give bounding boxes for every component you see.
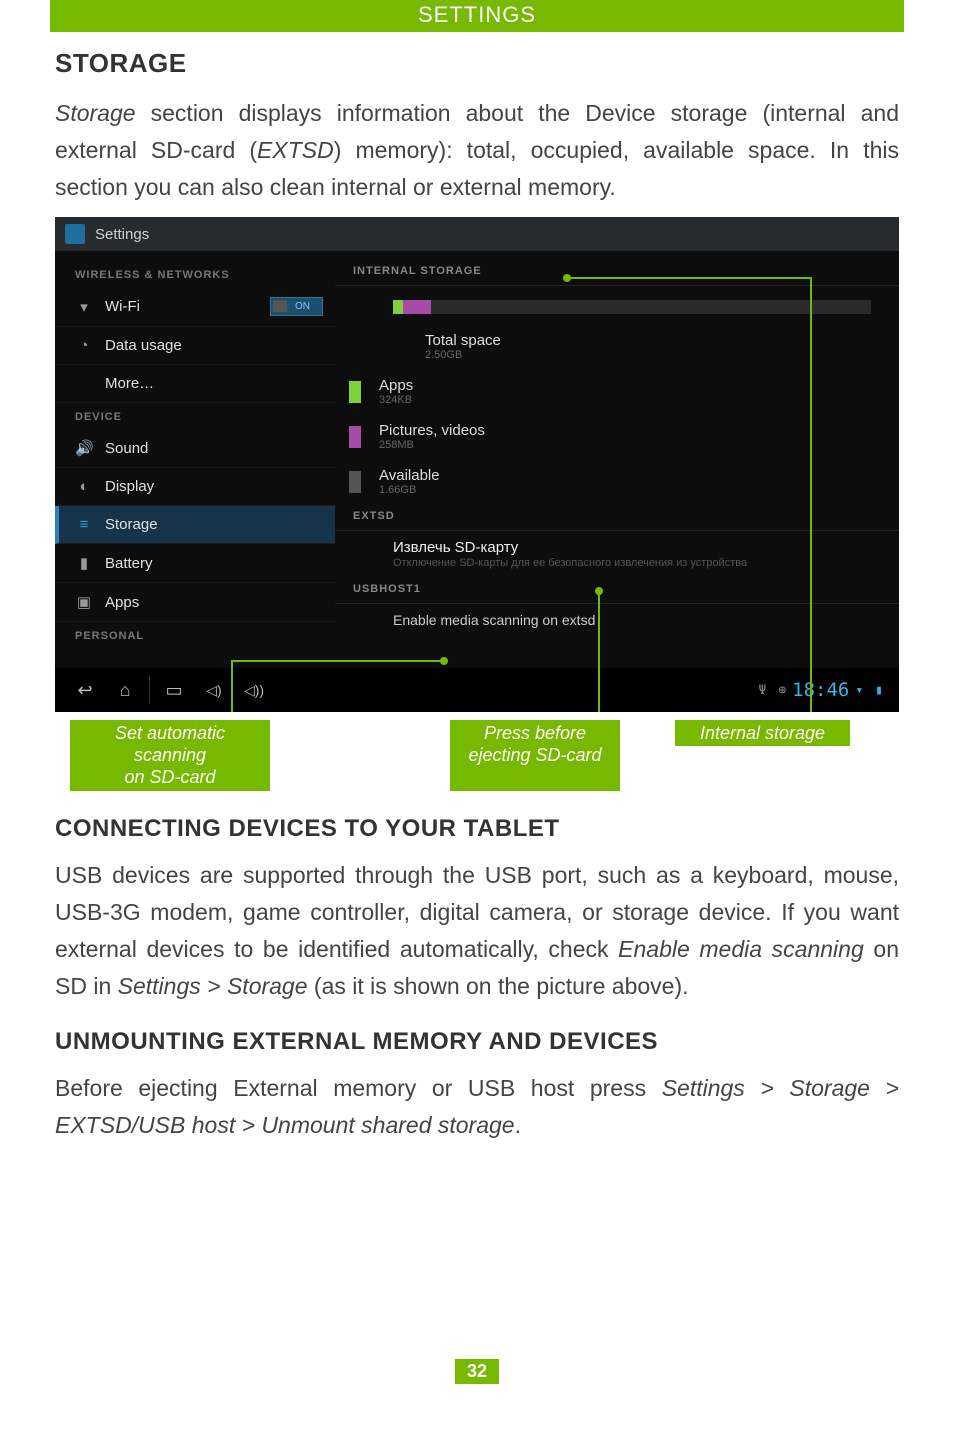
sound-icon: 🔊 — [75, 439, 93, 457]
connecting-paragraph: USB devices are supported through the US… — [55, 857, 899, 1004]
sidebar-item-apps[interactable]: ▣ Apps — [55, 583, 335, 622]
battery-icon: ▮ — [75, 554, 93, 572]
storage-italic-1: Storage — [55, 100, 136, 126]
sidebar-label: Data usage — [105, 337, 182, 354]
sidebar-item-data-usage[interactable]: ◔ Data usage — [55, 327, 335, 365]
apps-icon: ▣ — [75, 593, 93, 611]
callout-line-scan-h — [231, 660, 443, 662]
sidebar-item-storage[interactable]: ≡ Storage — [55, 506, 335, 544]
settings-storage-italic: Settings > Storage — [118, 973, 308, 999]
storage-usage-bar — [393, 300, 871, 314]
usb-status-icon: Ψ — [758, 683, 766, 698]
settings-sidebar: WIRELESS & NETWORKS ▾ Wi-Fi ON ◔ Data us… — [55, 251, 335, 667]
storage-main-panel: INTERNAL STORAGE Total space 2.50GB Apps — [335, 251, 899, 667]
back-icon[interactable]: ↩ — [65, 676, 105, 705]
wifi-toggle[interactable]: ON — [270, 297, 323, 316]
storage-heading: STORAGE — [55, 48, 899, 79]
stat-label: Pictures, videos — [379, 422, 485, 439]
enable-media-italic: Enable media scanning — [618, 936, 864, 962]
stat-value: 1.66GB — [379, 484, 440, 496]
volume-up-icon[interactable]: ◁)) — [234, 678, 274, 703]
sidebar-item-more[interactable]: More… — [55, 365, 335, 403]
storage-italic-2: EXTSD — [257, 137, 334, 163]
wifi-status-icon: ▾ — [855, 683, 863, 698]
display-icon: ◐ — [75, 478, 93, 495]
stat-apps[interactable]: Apps 324KB — [335, 369, 899, 414]
recent-icon[interactable]: ▭ — [154, 676, 194, 705]
sidebar-cat-device: DEVICE — [55, 403, 335, 429]
data-usage-icon: ◔ — [75, 337, 93, 354]
annotation-auto-scan: Set automatic scanning on SD-card — [70, 720, 270, 791]
stat-value: 258MB — [379, 439, 485, 451]
annotation-press-before: Press before ejecting SD-card — [450, 720, 620, 791]
callout-line-eject-v — [598, 591, 600, 712]
storage-paragraph: Storage section displays information abo… — [55, 95, 899, 205]
sidebar-cat-personal: PERSONAL — [55, 622, 335, 648]
enable-scan-label: Enable media scanning on extsd — [393, 612, 595, 628]
page-header: SETTINGS — [50, 0, 904, 32]
sidebar-cat-wireless: WIRELESS & NETWORKS — [55, 261, 335, 287]
stat-label: Total space — [425, 332, 501, 349]
connecting-heading: CONNECTING DEVICES TO YOUR TABLET — [55, 815, 899, 843]
sidebar-label: Battery — [105, 555, 153, 572]
clock-label: 18:46 — [792, 679, 849, 701]
sidebar-label: Wi-Fi — [105, 298, 140, 315]
eject-label: Извлечь SD-карту — [393, 539, 747, 556]
swatch-none — [349, 336, 361, 358]
stat-label: Available — [379, 467, 440, 484]
stat-value: 2.50GB — [425, 349, 501, 361]
page-number: 32 — [455, 1359, 499, 1384]
battery-status-icon: ▮ — [875, 683, 883, 698]
sidebar-label: More… — [105, 375, 154, 392]
swatch-green — [349, 381, 361, 403]
annotation-internal-storage: Internal storage — [675, 720, 850, 746]
settings-app-icon — [65, 224, 85, 244]
swatch-purple — [349, 426, 361, 448]
unmounting-heading: UNMOUNTING EXTERNAL MEMORY AND DEVICES — [55, 1028, 899, 1056]
volume-down-icon[interactable]: ◁) — [194, 678, 234, 703]
stat-total[interactable]: Total space 2.50GB — [335, 324, 899, 369]
callout-line-scan-v — [231, 660, 233, 712]
home-icon[interactable]: ⌂ — [105, 676, 145, 705]
extsd-header: EXTSD — [335, 504, 899, 531]
callout-line-internal-v — [810, 277, 812, 712]
swatch-gray — [349, 471, 361, 493]
wifi-icon: ▾ — [75, 298, 93, 316]
sidebar-label: Apps — [105, 594, 139, 611]
usage-seg-apps — [393, 300, 403, 314]
unmounting-paragraph: Before ejecting External memory or USB h… — [55, 1070, 899, 1144]
usage-seg-media — [403, 300, 432, 314]
storage-screenshot: Settings WIRELESS & NETWORKS ▾ Wi-Fi ON … — [55, 217, 899, 712]
window-titlebar: Settings — [55, 217, 899, 251]
storage-icon: ≡ — [75, 516, 93, 533]
callout-line-internal-h — [567, 277, 812, 279]
system-navbar: ↩ ⌂ ▭ ◁) ◁)) Ψ ⊕ 18:46 ▾ ▮ — [55, 667, 899, 712]
sidebar-label: Display — [105, 478, 154, 495]
internal-storage-header: INTERNAL STORAGE — [335, 251, 899, 286]
stat-available[interactable]: Available 1.66GB — [335, 459, 899, 504]
sidebar-item-battery[interactable]: ▮ Battery — [55, 544, 335, 583]
sidebar-item-sound[interactable]: 🔊 Sound — [55, 429, 335, 468]
eject-sd-row[interactable]: Извлечь SD-карту Отключение SD-карты для… — [335, 531, 899, 578]
debug-status-icon: ⊕ — [778, 683, 786, 698]
sidebar-label: Sound — [105, 440, 148, 457]
sidebar-label: Storage — [105, 516, 158, 533]
stat-pictures[interactable]: Pictures, videos 258MB — [335, 414, 899, 459]
nav-divider — [149, 676, 150, 704]
usbhost-header: USBHOST1 — [335, 579, 899, 604]
stat-value: 324KB — [379, 394, 413, 406]
annotation-row: Set automatic scanning on SD-card Press … — [55, 720, 899, 791]
enable-media-scan-row[interactable]: Enable media scanning on extsd — [335, 604, 899, 636]
sidebar-item-display[interactable]: ◐ Display — [55, 468, 335, 506]
window-title: Settings — [95, 226, 149, 243]
eject-sub: Отключение SD-карты для ее безопасного и… — [393, 556, 747, 570]
stat-label: Apps — [379, 377, 413, 394]
sidebar-item-wifi[interactable]: ▾ Wi-Fi ON — [55, 287, 335, 327]
